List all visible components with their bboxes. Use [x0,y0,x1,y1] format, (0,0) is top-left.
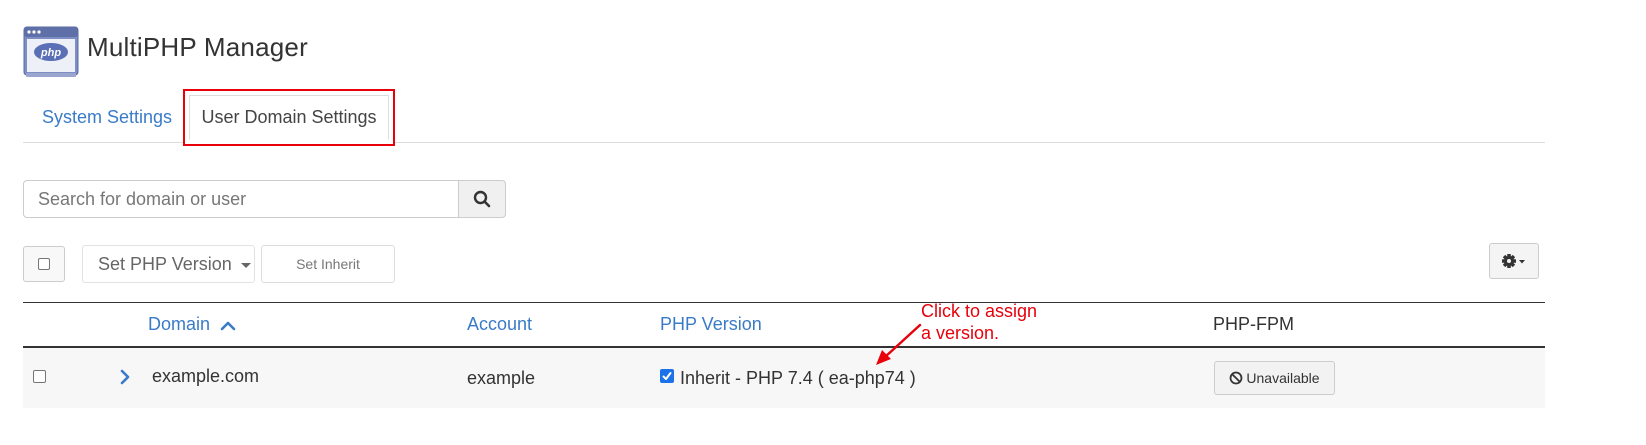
set-php-version-label: Set PHP Version [98,253,232,274]
annotation-line-1: Click to assign [921,301,1038,321]
sort-ascending-icon [220,321,236,330]
column-header-domain-label: Domain [148,314,211,334]
set-inherit-button[interactable]: Set Inherit [261,245,395,283]
table-top-border [23,302,1545,303]
search-button[interactable] [458,180,506,218]
multiphp-app-icon: php [23,26,79,78]
tab-user-domain-settings-label: User Domain Settings [201,107,377,127]
set-inherit-label: Set Inherit [296,256,360,272]
svg-text:php: php [40,47,61,59]
column-header-account[interactable]: Account [467,314,532,335]
php-inherit-checkbox[interactable] [660,369,674,383]
tab-user-domain-settings[interactable]: User Domain Settings [189,95,389,140]
tab-user-domain-settings-highlight[interactable]: User Domain Settings [183,89,395,146]
cell-domain: example.com [152,366,260,386]
checkmark-icon [662,372,672,380]
gear-icon [1502,254,1525,268]
column-header-php-version[interactable]: PHP Version [660,314,762,335]
column-header-php-fpm: PHP-FPM [1213,314,1294,334]
select-all-checkbox[interactable] [38,258,50,270]
row-checkbox[interactable] [33,370,46,383]
php-fpm-unavailable-label: Unavailable [1246,370,1320,386]
cell-account: example [467,368,536,388]
page-title: MultiPHP Manager [87,32,308,62]
annotation-arrow-icon [870,320,926,375]
caret-down-icon [240,262,251,268]
column-header-domain[interactable]: Domain [148,314,236,335]
chevron-right-icon[interactable] [119,368,131,391]
tab-system-settings[interactable]: System Settings [42,107,172,128]
select-all-checkbox-wrapper[interactable] [23,246,65,282]
search-input[interactable] [23,180,459,218]
annotation-callout: Click to assign a version. [921,300,1037,344]
ban-icon [1230,371,1243,385]
annotation-line-2: a version. [921,323,1000,343]
php-fpm-unavailable-button[interactable]: Unavailable [1214,361,1335,395]
caret-down-icon [1519,260,1525,264]
settings-dropdown-button[interactable] [1489,243,1539,279]
search-icon [473,190,491,208]
set-php-version-dropdown[interactable]: Set PHP Version [82,245,255,283]
